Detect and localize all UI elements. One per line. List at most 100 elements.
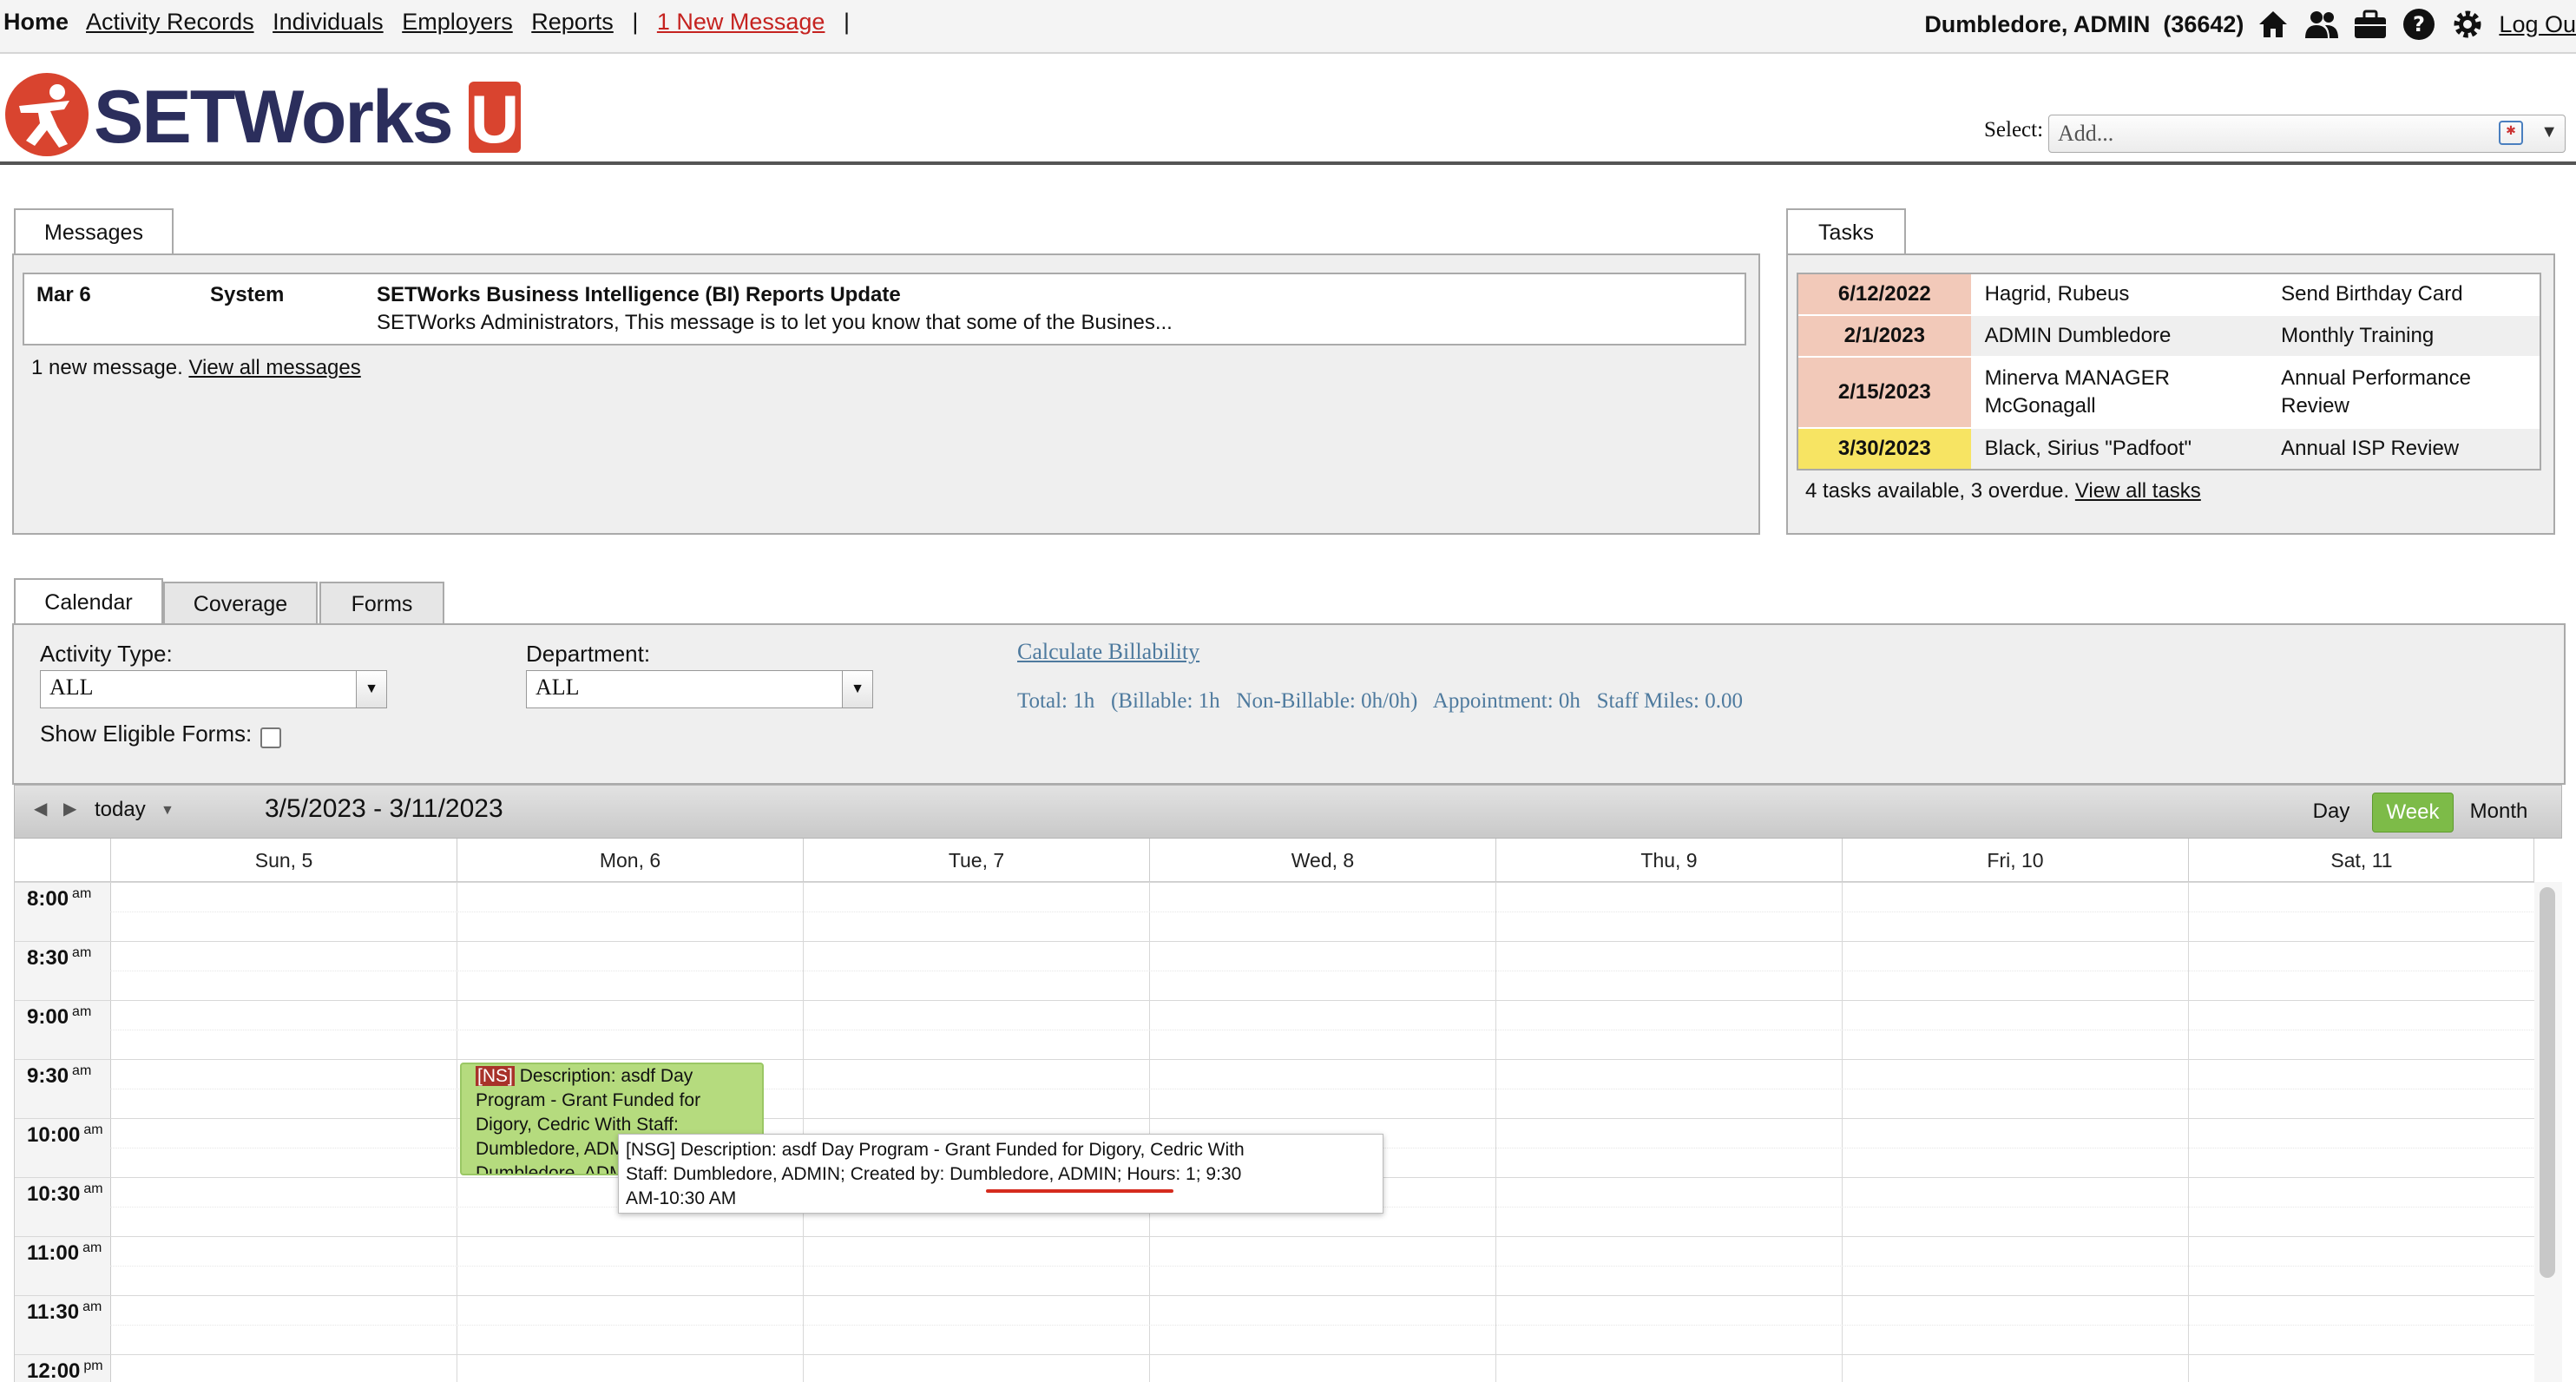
- chevron-down-icon: ▼: [356, 671, 386, 707]
- show-eligible-forms-checkbox[interactable]: [260, 727, 281, 748]
- message-preview: SETWorks Administrators, This message is…: [377, 311, 1173, 334]
- task-description: Annual Performance Review: [2281, 366, 2471, 418]
- task-description: Send Birthday Card: [2281, 282, 2463, 306]
- time-label: 12:00 pm: [27, 1359, 103, 1382]
- view-all-messages-link[interactable]: View all messages: [188, 356, 360, 379]
- view-day-button[interactable]: Day: [2306, 793, 2356, 832]
- nav-separator: |: [632, 9, 639, 35]
- task-description: Annual ISP Review: [2281, 437, 2460, 460]
- user-bar: Dumbledore, ADMIN (36642) ? Log Ou: [1924, 7, 2576, 42]
- task-person: Hagrid, Rubeus: [1984, 282, 2130, 306]
- nav-employers-link[interactable]: Employers: [402, 9, 513, 35]
- chevron-down-icon[interactable]: ▼: [161, 803, 174, 819]
- time-slot[interactable]: 11:30 am: [15, 1295, 2534, 1354]
- calendar-day-headers: Sun, 5 Mon, 6 Tue, 7 Wed, 8 Thu, 9 Fri, …: [14, 839, 2534, 882]
- tooltip-line-2: Staff: Dumbledore, ADMIN; Created by: Du…: [626, 1164, 1242, 1184]
- chevron-down-icon: ▼: [2540, 122, 2558, 141]
- task-row[interactable]: 6/12/2022 Hagrid, Rubeus Send Birthday C…: [1798, 274, 2540, 316]
- task-person: Black, Sirius "Padfoot": [1984, 437, 2192, 460]
- nav-reports-link[interactable]: Reports: [531, 9, 614, 35]
- half-hour-line: [110, 1325, 2534, 1326]
- nav-home-link[interactable]: Home: [3, 9, 69, 35]
- day-header: Wed, 8: [1149, 839, 1495, 882]
- tab-coverage[interactable]: Coverage: [163, 582, 318, 625]
- users-icon[interactable]: [2304, 7, 2339, 42]
- prev-week-icon[interactable]: ◀: [34, 798, 47, 819]
- svg-text:?: ?: [2413, 12, 2425, 36]
- time-slot[interactable]: 9:00 am: [15, 1000, 2534, 1059]
- gear-icon[interactable]: [2450, 7, 2485, 42]
- task-person: Minerva MANAGER McGonagall: [1984, 366, 2170, 418]
- time-label: 8:00 am: [27, 886, 92, 911]
- time-slot[interactable]: 9:30 am: [15, 1059, 2534, 1118]
- briefcase-icon[interactable]: [2353, 7, 2388, 42]
- today-button[interactable]: today: [95, 798, 146, 822]
- nav-activity-records-link[interactable]: Activity Records: [86, 9, 254, 35]
- tab-tasks[interactable]: Tasks: [1786, 208, 1906, 255]
- summary-total: Total: 1h: [1017, 689, 1095, 713]
- time-label: 11:30 am: [27, 1300, 102, 1324]
- nav-links: Home Activity Records Individuals Employ…: [3, 9, 862, 36]
- time-slot[interactable]: 12:00 pm: [15, 1354, 2534, 1382]
- nav-new-message-link[interactable]: 1 New Message: [657, 9, 825, 35]
- summary-billable: (Billable: 1h: [1110, 689, 1220, 713]
- add-select[interactable]: Add... ✱ ▼: [2048, 115, 2566, 153]
- top-nav-bar: Home Activity Records Individuals Employ…: [0, 0, 2576, 54]
- time-label: 9:00 am: [27, 1004, 92, 1029]
- task-date: 3/30/2023: [1798, 429, 1971, 469]
- summary-appointment: Appointment: 0h: [1432, 689, 1580, 713]
- view-month-button[interactable]: Month: [2464, 793, 2533, 832]
- day-header: Mon, 6: [457, 839, 803, 882]
- view-week-button[interactable]: Week: [2372, 793, 2454, 832]
- home-icon[interactable]: [2256, 7, 2290, 42]
- calendar-week-grid[interactable]: 8:00 am 8:30 am 9:00 am 9:30 am 10:00 am 10:3…: [14, 882, 2534, 1382]
- activity-type-value: ALL: [49, 675, 94, 700]
- time-label: 10:00 am: [27, 1122, 103, 1147]
- annotation-underline: [986, 1189, 1173, 1193]
- svg-text:U: U: [470, 81, 519, 157]
- task-date: 6/12/2022: [1798, 274, 1971, 314]
- task-row[interactable]: 3/30/2023 Black, Sirius "Padfoot" Annual…: [1798, 429, 2540, 469]
- next-week-icon[interactable]: ▶: [63, 798, 76, 819]
- task-row[interactable]: 2/1/2023 ADMIN Dumbledore Monthly Traini…: [1798, 316, 2540, 358]
- message-subject[interactable]: SETWorks Business Intelligence (BI) Repo…: [377, 283, 901, 307]
- svg-text:SETWorks: SETWorks: [94, 76, 452, 159]
- task-person: ADMIN Dumbledore: [1984, 324, 2172, 347]
- nav-individuals-link[interactable]: Individuals: [273, 9, 384, 35]
- tab-calendar[interactable]: Calendar: [14, 578, 163, 625]
- time-slot[interactable]: 11:00 am: [15, 1236, 2534, 1295]
- time-slot[interactable]: 8:30 am: [15, 941, 2534, 1000]
- activity-type-select[interactable]: ALL ▼: [40, 670, 387, 708]
- show-eligible-forms-label: Show Eligible Forms:: [40, 721, 253, 747]
- nav-separator: |: [843, 9, 850, 35]
- department-select[interactable]: ALL ▼: [526, 670, 873, 708]
- time-label: 10:30 am: [27, 1181, 103, 1206]
- tab-messages[interactable]: Messages: [14, 208, 174, 255]
- task-description: Monthly Training: [2281, 324, 2435, 347]
- day-header: Tue, 7: [803, 839, 1149, 882]
- messages-footer: 1 new message. View all messages: [31, 356, 361, 380]
- summary-staff-miles: Staff Miles: 0.00: [1596, 689, 1743, 713]
- calculate-billability-link[interactable]: Calculate Billability: [1017, 639, 1199, 665]
- messages-count: 1 new message.: [31, 356, 183, 379]
- department-label: Department:: [526, 641, 651, 667]
- logout-link[interactable]: Log Ou: [2499, 11, 2576, 38]
- time-slot[interactable]: 8:00 am: [15, 882, 2534, 941]
- setworks-logo[interactable]: SETWorks U: [3, 69, 533, 160]
- department-value: ALL: [536, 675, 580, 700]
- event-tag: [NS]: [476, 1066, 515, 1086]
- day-header: Thu, 9: [1495, 839, 1842, 882]
- tasks-table: 6/12/2022 Hagrid, Rubeus Send Birthday C…: [1797, 273, 2541, 471]
- calendar-toolbar: ◀ ▶ today ▼ 3/5/2023 - 3/11/2023 Day Wee…: [14, 785, 2562, 839]
- billability-summary: Total: 1h (Billable: 1h Non-Billable: 0h…: [1017, 689, 1743, 714]
- help-icon[interactable]: ?: [2402, 7, 2436, 42]
- select-label: Select:: [1984, 118, 2044, 141]
- calendar-scrollbar-thumb[interactable]: [2540, 887, 2555, 1278]
- tab-forms[interactable]: Forms: [319, 582, 444, 625]
- task-row[interactable]: 2/15/2023 Minerva MANAGER McGonagall Ann…: [1798, 358, 2540, 429]
- message-row[interactable]: Mar 6 System SETWorks Business Intellige…: [23, 273, 1746, 346]
- message-date: Mar 6: [36, 283, 91, 306]
- tooltip-line-1: [NSG] Description: asdf Day Program - Gr…: [626, 1140, 1245, 1160]
- time-label: 9:30 am: [27, 1063, 92, 1088]
- view-all-tasks-link[interactable]: View all tasks: [2075, 479, 2201, 503]
